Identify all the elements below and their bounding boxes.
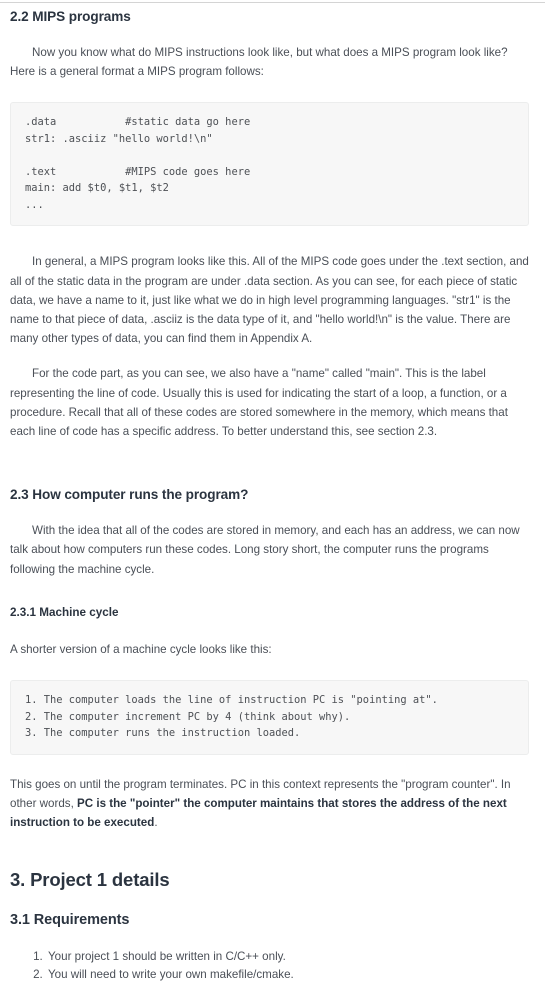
paragraph-2-2-intro: Now you know what do MIPS instructions l… (10, 46, 508, 79)
document-page: 2.2 MIPS programs Now you know what do M… (0, 0, 545, 981)
top-divider-rule (0, 2, 545, 3)
paragraph-2-2-general: In general, a MIPS program looks like th… (10, 255, 529, 346)
requirements-list: Your project 1 should be written in C/C+… (10, 948, 529, 983)
paragraph-2-3-1-lead-in: A shorter version of a machine cycle loo… (10, 642, 272, 656)
heading-2-3-1-machine-cycle: 2.3.1 Machine cycle (10, 605, 119, 619)
code-block-mips-program: .data #static data go here str1: .asciiz… (10, 102, 529, 227)
paragraph-2-2-code-part: For the code part, as you can see, we al… (10, 367, 508, 439)
paragraph-2-3-intro: With the idea that all of the codes are … (10, 524, 520, 576)
closing-text-emphasis: PC is the "pointer" the computer maintai… (10, 796, 507, 829)
paragraph-2-3-1-closing: This goes on until the program terminate… (10, 775, 529, 833)
list-item: Your project 1 should be written in C/C+… (46, 948, 529, 966)
heading-2-2-mips-programs: 2.2 MIPS programs (10, 9, 131, 24)
heading-3-1-requirements: 3.1 Requirements (10, 912, 130, 929)
closing-text-tail: . (154, 815, 158, 829)
heading-2-3-how-computer-runs-the-program: 2.3 How computer runs the program? (10, 487, 249, 503)
code-block-machine-cycle: 1. The computer loads the line of instru… (10, 680, 529, 755)
heading-3-project-1-details: 3. Project 1 details (10, 869, 170, 891)
list-item: You will need to write your own makefile… (46, 966, 529, 983)
